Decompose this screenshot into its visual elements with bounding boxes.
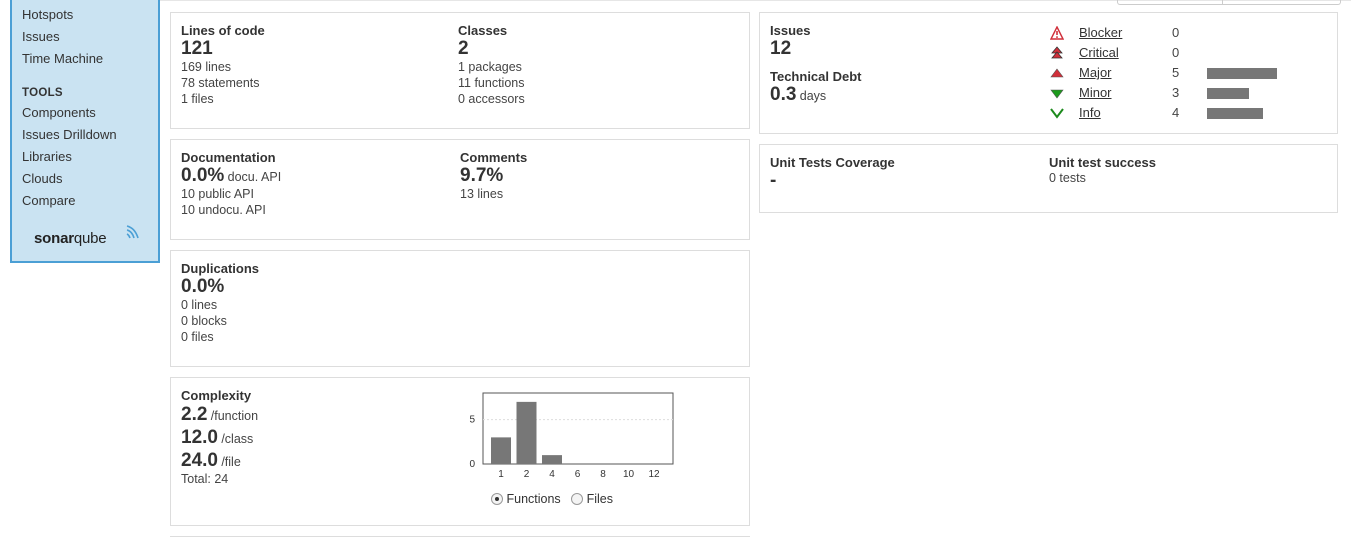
info-icon <box>1050 106 1064 120</box>
files-radio-label[interactable]: Files <box>587 492 613 506</box>
comments-lines: 13 lines <box>460 187 504 201</box>
chart-x-tick: 1 <box>498 469 504 480</box>
sidebar-item-hotspots[interactable]: Hotspots <box>12 4 158 26</box>
complexity-widget: Complexity 2.2 /function 12.0 /class 24.… <box>170 377 750 526</box>
documentation-value[interactable]: 0.0% <box>181 165 224 186</box>
duplications-widget: Duplications 0.0% 0 lines 0 blocks 0 fil… <box>170 250 750 367</box>
severity-count: 3 <box>1172 85 1180 100</box>
sidebar-item-components[interactable]: Components <box>12 102 158 124</box>
public-api: 10 public API <box>181 187 254 201</box>
chart-x-tick: 6 <box>575 469 581 480</box>
complexity-total: Total: 24 <box>181 472 229 486</box>
severity-label[interactable]: Minor <box>1079 83 1112 103</box>
test-success-title: Unit test success <box>1049 155 1156 170</box>
functions-radio-label[interactable]: Functions <box>506 492 560 506</box>
severity-label[interactable]: Info <box>1079 103 1101 123</box>
loc-statements: 78 statements <box>181 76 260 90</box>
logo-text-bold: sonar <box>34 230 74 247</box>
loc-lines: 169 lines <box>181 60 232 74</box>
severity-bar <box>1207 68 1277 79</box>
undocu-api: 10 undocu. API <box>181 203 266 217</box>
severity-count: 4 <box>1172 105 1180 120</box>
severity-label[interactable]: Major <box>1079 63 1112 83</box>
complexity-per-function-value[interactable]: 2.2 <box>181 404 207 425</box>
chart-bar <box>491 437 511 464</box>
chart-bar <box>516 401 537 464</box>
sidebar-item-issues[interactable]: Issues <box>12 26 158 48</box>
comments-title: Comments <box>460 150 528 165</box>
severity-count: 0 <box>1172 25 1180 40</box>
classes-functions: 11 functions <box>458 76 525 90</box>
severity-count: 0 <box>1172 45 1180 60</box>
chart-x-tick: 8 <box>600 469 606 480</box>
severity-label[interactable]: Critical <box>1079 43 1119 63</box>
duplications-files: 0 files <box>181 330 214 344</box>
sidebar-item-libraries[interactable]: Libraries <box>12 146 158 168</box>
chart-x-tick: 12 <box>648 469 660 480</box>
complexity-title: Complexity <box>181 388 252 403</box>
tab-separator <box>1222 0 1223 5</box>
documentation-unit: docu. API <box>227 170 282 184</box>
size-widget: Lines of code 121 169 lines 78 statement… <box>170 12 750 129</box>
severity-bar <box>1207 88 1249 99</box>
debt-title: Technical Debt <box>770 69 862 84</box>
sidebar-item-clouds[interactable]: Clouds <box>12 168 158 190</box>
classes-packages: 1 packages <box>458 60 522 74</box>
debt-value[interactable]: 0.3 <box>770 84 796 105</box>
major-icon <box>1050 66 1064 80</box>
complexity-distribution-chart: 051 2 4 6 8 10 12 <box>469 392 674 480</box>
files-radio[interactable] <box>571 493 584 505</box>
chart-x-tick: 2 <box>524 469 530 480</box>
classes-accessors: 0 accessors <box>458 92 525 106</box>
duplications-value[interactable]: 0.0% <box>181 276 259 297</box>
complexity-per-file-value[interactable]: 24.0 <box>181 450 218 471</box>
sidebar-item-issues-drilldown[interactable]: Issues Drilldown <box>12 124 158 146</box>
comments-value[interactable]: 9.7% <box>460 165 527 186</box>
chart-bar <box>542 455 562 464</box>
coverage-title: Unit Tests Coverage <box>770 155 895 170</box>
sonar-waves-icon <box>126 225 139 239</box>
duplications-title: Duplications <box>181 261 260 276</box>
coverage-value[interactable]: - <box>770 170 895 191</box>
classes-title: Classes <box>458 23 508 38</box>
loc-value[interactable]: 121 <box>181 38 265 59</box>
debt-unit: days <box>799 89 827 103</box>
severity-label[interactable]: Blocker <box>1079 23 1122 43</box>
duplications-lines: 0 lines <box>181 298 218 312</box>
issues-value[interactable]: 12 <box>770 38 862 59</box>
top-tab-strip[interactable] <box>1117 0 1341 5</box>
minor-icon <box>1050 86 1064 100</box>
documentation-widget: Documentation 0.0% docu. API 10 public A… <box>170 139 750 240</box>
severity-bar <box>1207 108 1263 119</box>
unit-tests-widget: Unit Tests Coverage - Unit test success … <box>759 144 1338 213</box>
blocker-icon <box>1049 25 1065 40</box>
complexity-per-class-unit: /class <box>221 432 254 446</box>
complexity-per-class-value[interactable]: 12.0 <box>181 427 218 448</box>
complexity-per-function-unit: /function <box>210 409 259 423</box>
chart-y-tick: 0 <box>469 459 475 470</box>
issues-title: Issues <box>770 23 811 38</box>
test-success-value: 0 tests <box>1049 171 1086 185</box>
chart-plot-area <box>482 392 674 465</box>
sidebar-tools-heading: TOOLS <box>22 87 63 99</box>
logo-text-thin: qube <box>73 230 107 247</box>
severity-count: 5 <box>1172 65 1180 80</box>
functions-radio[interactable] <box>491 493 503 505</box>
duplications-blocks: 0 blocks <box>181 314 227 328</box>
complexity-per-file-unit: /file <box>221 455 241 469</box>
classes-value[interactable]: 2 <box>458 38 525 59</box>
sonarqube-logo[interactable]: sonarqube <box>34 225 139 247</box>
chart-x-tick: 4 <box>549 469 555 480</box>
chart-y-tick: 5 <box>469 415 475 426</box>
issues-widget: Issues 12 Technical Debt 0.3 days Blocke… <box>759 12 1338 134</box>
sidebar-item-time-machine[interactable]: Time Machine <box>12 48 158 70</box>
critical-icon <box>1050 46 1064 60</box>
sidebar-item-compare[interactable]: Compare <box>12 190 158 212</box>
sidebar: Hotspots Issues Time Machine TOOLS Compo… <box>10 0 160 263</box>
chart-x-tick: 10 <box>623 469 635 480</box>
loc-files: 1 files <box>181 92 214 106</box>
documentation-title: Documentation <box>181 150 276 165</box>
loc-title: Lines of code <box>181 23 265 38</box>
